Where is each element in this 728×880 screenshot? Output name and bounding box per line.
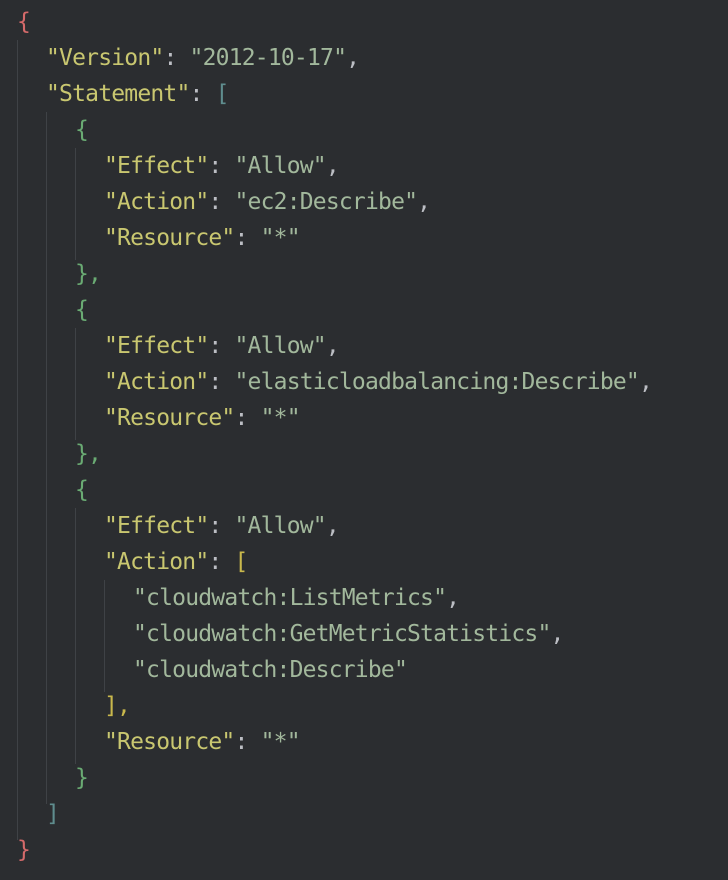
code-line: "Resource": "*": [104, 724, 301, 760]
code-line: "Statement": [: [46, 76, 230, 112]
code-line: "Action": [: [104, 544, 248, 580]
code-line: "cloudwatch:GetMetricStatistics",: [133, 616, 564, 652]
action-value: "cloudwatch:GetMetricStatistics": [133, 621, 551, 647]
code-line: },: [75, 436, 102, 472]
statement-open-brace: {: [75, 117, 89, 143]
indent-guide: [75, 148, 76, 260]
indent-guide: [104, 580, 105, 692]
resource-value: "*": [260, 405, 301, 431]
root-close-brace: }: [17, 837, 31, 863]
statement-open-brace: {: [75, 297, 89, 323]
effect-key: "Effect": [104, 513, 209, 539]
code-line: "Action": "ec2:Describe",: [104, 184, 431, 220]
code-line: ],: [104, 688, 131, 724]
code-line: {: [17, 4, 31, 40]
code-line: {: [75, 472, 89, 508]
code-line: "cloudwatch:ListMetrics",: [133, 580, 460, 616]
colon: :: [208, 549, 235, 575]
version-key: "Version": [46, 45, 164, 71]
statement-close-brace: }: [75, 765, 89, 791]
colon: :: [208, 333, 235, 359]
action-close-bracket: ],: [104, 693, 131, 719]
resource-value: "*": [260, 225, 301, 251]
code-line: ]: [46, 796, 60, 832]
comma: ,: [638, 369, 653, 395]
action-value: "elasticloadbalancing:Describe": [234, 369, 640, 395]
code-line: "Version": "2012-10-17",: [46, 40, 360, 76]
colon: :: [234, 225, 261, 251]
code-line: "Effect": "Allow",: [104, 148, 340, 184]
action-key: "Action": [104, 549, 209, 575]
effect-value: "Allow": [234, 513, 327, 539]
colon: :: [234, 405, 261, 431]
code-line: {: [75, 292, 89, 328]
comma: ,: [346, 45, 360, 71]
colon: :: [208, 369, 235, 395]
code-line: "Effect": "Allow",: [104, 508, 340, 544]
version-value: "2012-10-17": [189, 45, 347, 71]
statement-key: "Statement": [46, 81, 190, 107]
code-line: "Action": "elasticloadbalancing:Describe…: [104, 364, 653, 400]
code-line: "cloudwatch:Describe": [133, 652, 408, 688]
colon: :: [234, 729, 261, 755]
effect-key: "Effect": [104, 333, 209, 359]
colon: :: [208, 189, 235, 215]
colon: :: [189, 81, 216, 107]
action-value: "ec2:Describe": [234, 189, 418, 215]
indent-guide: [17, 40, 18, 840]
action-key: "Action": [104, 369, 209, 395]
indent-guide: [46, 112, 47, 804]
resource-key: "Resource": [104, 729, 235, 755]
resource-value: "*": [260, 729, 301, 755]
statement-close-bracket: ]: [46, 801, 60, 827]
comma: ,: [325, 513, 340, 539]
comma: ,: [417, 189, 431, 215]
code-line: }: [75, 760, 89, 796]
indent-guide: [75, 508, 76, 764]
colon: :: [163, 45, 190, 71]
comma: ,: [325, 153, 340, 179]
colon: :: [208, 513, 235, 539]
action-open-bracket: [: [234, 549, 249, 575]
effect-value: "Allow": [234, 333, 327, 359]
indent-guide: [75, 328, 76, 440]
comma: ,: [325, 333, 340, 359]
code-line: }: [17, 832, 31, 868]
code-line: "Resource": "*": [104, 220, 301, 256]
code-line: },: [75, 256, 102, 292]
action-key: "Action": [104, 189, 209, 215]
statement-open-brace: {: [75, 477, 89, 503]
code-line: {: [75, 112, 89, 148]
action-value: "cloudwatch:ListMetrics": [133, 585, 447, 611]
resource-key: "Resource": [104, 405, 235, 431]
code-line: "Resource": "*": [104, 400, 301, 436]
colon: :: [208, 153, 235, 179]
effect-value: "Allow": [234, 153, 327, 179]
action-value: "cloudwatch:Describe": [133, 657, 408, 683]
code-line: "Effect": "Allow",: [104, 328, 340, 364]
statement-close-brace: },: [75, 261, 102, 287]
root-open-brace: {: [17, 9, 31, 35]
code-editor[interactable]: { "Version": "2012-10-17", "Statement": …: [0, 0, 728, 880]
comma: ,: [550, 621, 565, 647]
statement-open-bracket: [: [215, 81, 230, 107]
statement-close-brace: },: [75, 441, 102, 467]
effect-key: "Effect": [104, 153, 209, 179]
resource-key: "Resource": [104, 225, 235, 251]
comma: ,: [446, 585, 460, 611]
